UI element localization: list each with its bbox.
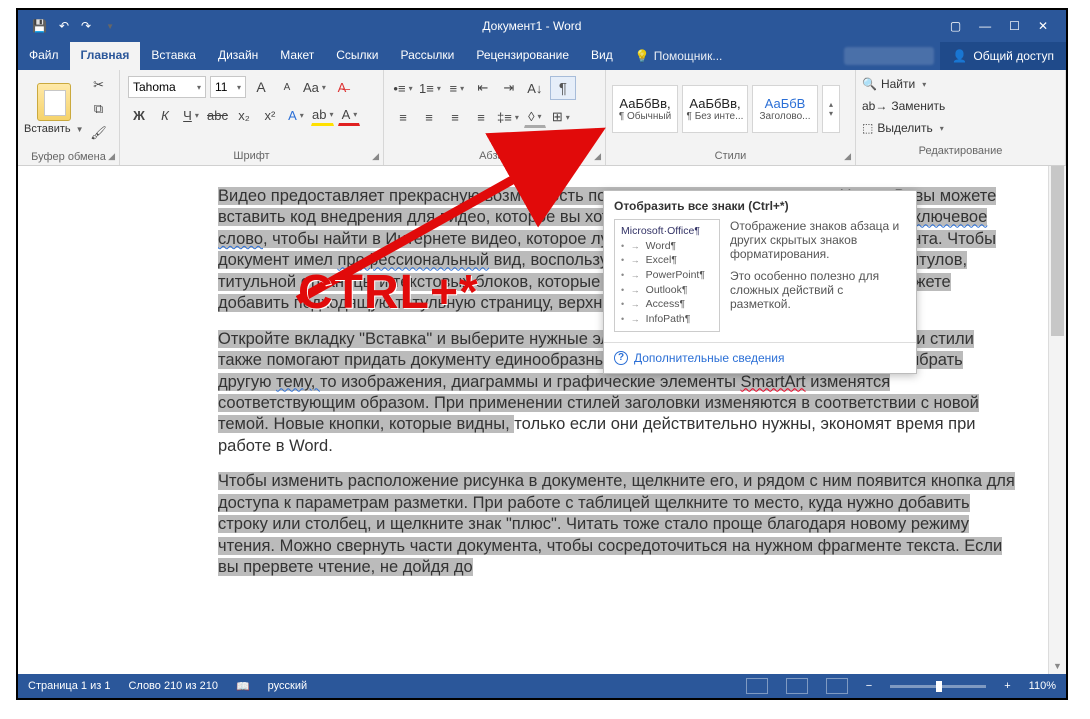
tab-layout[interactable]: Макет — [269, 42, 325, 70]
pilcrow-tooltip: Отобразить все знаки (Ctrl+*) Microsoft·… — [603, 190, 917, 374]
tab-design[interactable]: Дизайн — [207, 42, 269, 70]
redo-icon[interactable]: ↷ — [81, 19, 91, 33]
style-heading1[interactable]: АаБбВ Заголово... — [752, 85, 818, 133]
numbering-icon[interactable]: 1≡▾ — [418, 77, 442, 99]
paragraph-dialog-launcher[interactable]: ◢ — [594, 151, 601, 162]
subscript-button[interactable]: x₂ — [233, 104, 255, 126]
paste-icon[interactable] — [37, 83, 71, 121]
close-icon[interactable]: ✕ — [1038, 19, 1048, 33]
status-page[interactable]: Страница 1 из 1 — [28, 680, 110, 692]
tooltip-more-link[interactable]: ?Дополнительные сведения — [604, 342, 916, 373]
zoom-out-icon[interactable]: − — [866, 680, 872, 692]
window-title: Документ1 - Word — [114, 19, 950, 33]
decrease-indent-icon[interactable]: ⇤ — [472, 77, 494, 99]
scroll-thumb[interactable] — [1051, 166, 1064, 336]
tooltip-description: Отображение знаков абзаца и других скрыт… — [730, 219, 906, 332]
paragraph-3[interactable]: Чтобы изменить расположение рисунка в до… — [218, 471, 1020, 578]
status-words[interactable]: Слово 210 из 210 — [128, 680, 218, 692]
increase-indent-icon[interactable]: ⇥ — [498, 77, 520, 99]
group-clipboard-label: Буфер обмена — [31, 151, 106, 163]
tab-file[interactable]: Файл — [18, 42, 70, 70]
vertical-scrollbar[interactable]: ▲ ▼ — [1048, 166, 1066, 674]
line-spacing-icon[interactable]: ‡≡▾ — [496, 106, 520, 128]
find-button[interactable]: 🔍 Найти ▾ — [862, 74, 1059, 94]
tooltip-title: Отобразить все знаки (Ctrl+*) — [604, 191, 916, 219]
view-print-icon[interactable] — [786, 678, 808, 694]
zoom-slider[interactable] — [890, 685, 986, 688]
justify-icon[interactable]: ≡ — [470, 106, 492, 128]
group-paragraph-label: Абзац — [479, 150, 510, 162]
view-web-icon[interactable] — [826, 678, 848, 694]
status-language[interactable]: русский — [268, 680, 307, 692]
styles-more-icon[interactable]: ▴▾ — [822, 85, 840, 133]
tell-me[interactable]: 💡 Помощник... — [624, 42, 734, 70]
sort-icon[interactable]: A↓ — [524, 77, 546, 99]
tab-mailings[interactable]: Рассылки — [390, 42, 466, 70]
account-name[interactable] — [844, 47, 934, 65]
scroll-down-icon[interactable]: ▼ — [1049, 658, 1066, 674]
ribbon-tabs: Файл Главная Вставка Дизайн Макет Ссылки… — [18, 42, 1066, 70]
zoom-level[interactable]: 110% — [1029, 680, 1056, 692]
zoom-in-icon[interactable]: + — [1004, 680, 1010, 692]
select-button[interactable]: ⬚ Выделить ▾ — [862, 118, 1059, 138]
superscript-button[interactable]: x² — [259, 104, 281, 126]
save-icon[interactable]: 💾 — [32, 19, 47, 33]
share-button[interactable]: 👤 Общий доступ — [940, 42, 1066, 70]
minimize-icon[interactable]: — — [979, 19, 991, 33]
status-proofing-icon[interactable]: 📖 — [236, 680, 250, 693]
multilevel-icon[interactable]: ≡▾ — [446, 77, 468, 99]
titlebar: 💾 ↶ ↷ ▼ Документ1 - Word ▢ — ☐ ✕ — [18, 10, 1066, 42]
grow-font-icon[interactable]: A — [250, 76, 272, 98]
text-effects-icon[interactable]: A▾ — [285, 104, 307, 126]
paste-button[interactable]: Вставить▼ — [24, 123, 84, 135]
clear-formatting-icon[interactable]: A̶ — [331, 76, 353, 98]
tab-references[interactable]: Ссылки — [325, 42, 389, 70]
underline-button[interactable]: Ч▾ — [180, 104, 202, 126]
style-no-spacing[interactable]: АаБбВв, ¶ Без инте... — [682, 85, 748, 133]
ribbon: Вставить▼ ✂ ⧉ 🖌 Буфер обмена◢ Tahoma▾ 11… — [18, 70, 1066, 166]
group-font-label: Шрифт — [233, 150, 269, 162]
font-dialog-launcher[interactable]: ◢ — [372, 151, 379, 162]
shrink-font-icon[interactable]: A — [276, 76, 298, 98]
copy-icon[interactable]: ⧉ — [88, 98, 110, 120]
italic-button[interactable]: К — [154, 104, 176, 126]
change-case-icon[interactable]: Aa▾ — [302, 76, 327, 98]
shading-icon[interactable]: ◊▾ — [524, 106, 546, 128]
annotation-text: CTRL+* — [298, 265, 479, 320]
bold-button[interactable]: Ж — [128, 104, 150, 126]
font-size-input[interactable]: 11▾ — [210, 76, 246, 98]
styles-dialog-launcher[interactable]: ◢ — [844, 151, 851, 162]
replace-button[interactable]: ab→ Заменить — [862, 96, 1059, 116]
highlight-icon[interactable]: ab▾ — [311, 104, 334, 126]
font-name-input[interactable]: Tahoma▾ — [128, 76, 206, 98]
font-color-icon[interactable]: A▾ — [338, 104, 360, 126]
view-read-icon[interactable] — [746, 678, 768, 694]
tab-insert[interactable]: Вставка — [140, 42, 207, 70]
format-painter-icon[interactable]: 🖌 — [88, 122, 110, 144]
status-bar: Страница 1 из 1 Слово 210 из 210 📖 русск… — [18, 674, 1066, 698]
borders-icon[interactable]: ⊞▾ — [550, 106, 572, 128]
tab-view[interactable]: Вид — [580, 42, 624, 70]
cut-icon[interactable]: ✂ — [88, 74, 110, 96]
show-paragraph-marks-button[interactable]: ¶ — [550, 76, 576, 100]
qat-customize-icon[interactable]: ▼ — [106, 22, 114, 31]
undo-icon[interactable]: ↶ — [59, 19, 69, 33]
clipboard-dialog-launcher[interactable]: ◢ — [108, 151, 115, 162]
maximize-icon[interactable]: ☐ — [1009, 19, 1020, 33]
group-editing-label: Редактирование — [919, 145, 1003, 157]
tab-home[interactable]: Главная — [70, 42, 141, 70]
tooltip-preview: Microsoft·Office¶ Word¶ Excel¶ PowerPoin… — [614, 219, 720, 332]
ribbon-options-icon[interactable]: ▢ — [950, 19, 961, 33]
align-left-icon[interactable]: ≡ — [392, 106, 414, 128]
strikethrough-button[interactable]: abc — [206, 104, 229, 126]
group-styles-label: Стили — [715, 150, 747, 162]
align-right-icon[interactable]: ≡ — [444, 106, 466, 128]
style-normal[interactable]: АаБбВв, ¶ Обычный — [612, 85, 678, 133]
align-center-icon[interactable]: ≡ — [418, 106, 440, 128]
tab-review[interactable]: Рецензирование — [465, 42, 580, 70]
bullets-icon[interactable]: •≡▾ — [392, 77, 414, 99]
